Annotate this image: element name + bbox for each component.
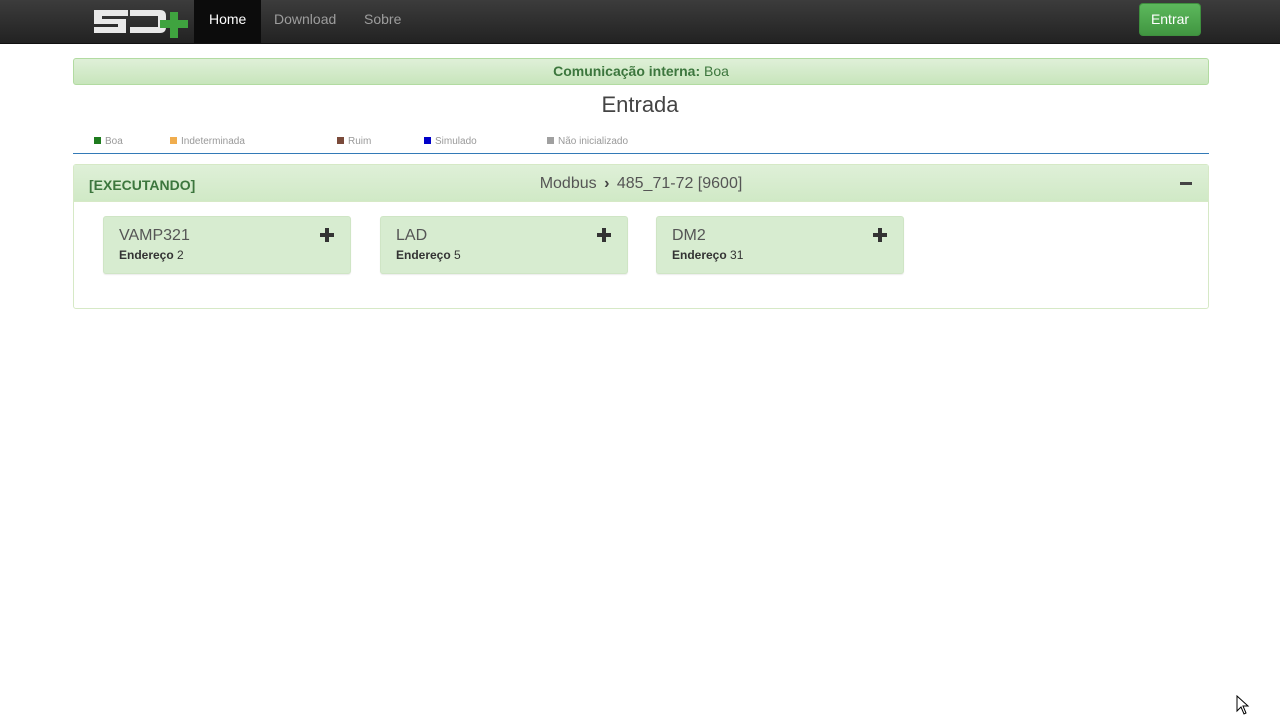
nav-home-link[interactable]: Home (194, 0, 262, 43)
legend-item-boa: Boa (94, 136, 123, 148)
login-button[interactable]: Entrar (1139, 3, 1201, 36)
protocol-name: Modbus (539, 175, 597, 192)
device-name: LAD (396, 227, 428, 244)
device-address: Endereço 31 (672, 248, 744, 262)
device-address: Endereço 5 (396, 248, 461, 262)
collapse-minus-icon[interactable] (1180, 182, 1192, 185)
expand-plus-icon[interactable] (597, 228, 611, 242)
comm-value: Boa (704, 63, 729, 79)
expand-plus-icon[interactable] (873, 228, 887, 242)
device-address: Endereço 2 (119, 248, 184, 262)
device-card-dm2[interactable]: DM2 Endereço 31 (656, 216, 904, 274)
device-name: DM2 (672, 227, 706, 244)
legend-item-simulado: Simulado (424, 136, 477, 148)
legend-divider (73, 153, 1209, 154)
expand-plus-icon[interactable] (320, 228, 334, 242)
legend-item-nao-inicializado: Não inicializado (547, 136, 628, 148)
device-name: VAMP321 (119, 227, 190, 244)
comm-label: Comunicação interna: (553, 63, 701, 79)
port-name: 485_71-72 [9600] (616, 175, 743, 192)
legend-swatch-icon (94, 137, 101, 144)
legend-swatch-icon (424, 137, 431, 144)
nav-sobre-link[interactable]: Sobre (349, 0, 416, 43)
nav-download-link[interactable]: Download (259, 0, 351, 43)
internal-communication-banner: Comunicação interna: Boa (73, 58, 1209, 85)
app-logo[interactable] (90, 4, 190, 38)
top-navbar: Home Download Sobre Entrar (0, 0, 1280, 44)
legend-item-ruim: Ruim (337, 136, 371, 148)
legend-swatch-icon (547, 137, 554, 144)
device-card-lad[interactable]: LAD Endereço 5 (380, 216, 628, 274)
legend-item-indeterminada: Indeterminada (170, 136, 245, 148)
legend-swatch-icon (337, 137, 344, 144)
legend-swatch-icon (170, 137, 177, 144)
page-title: Entrada (601, 92, 679, 117)
panel-heading[interactable]: [EXECUTANDO] Modbus › 485_71-72 [9600] (74, 165, 1208, 202)
panel-path: Modbus › 485_71-72 [9600] (74, 175, 1208, 193)
device-card-vamp321[interactable]: VAMP321 Endereço 2 (103, 216, 351, 274)
mouse-cursor-icon (1236, 695, 1250, 715)
chevron-right-icon: › (604, 175, 610, 192)
